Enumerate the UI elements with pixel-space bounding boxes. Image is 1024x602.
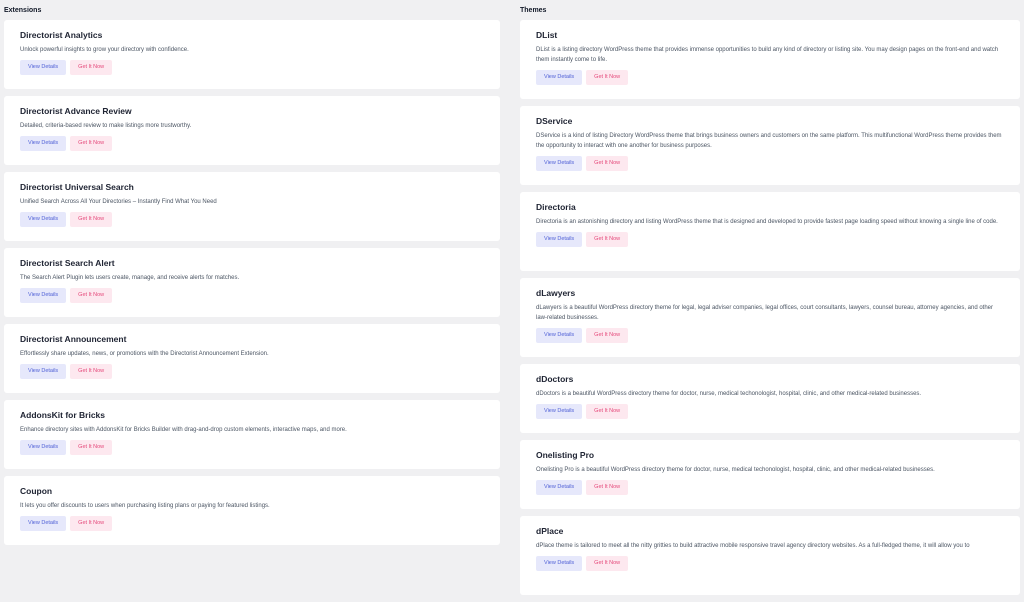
theme-card: dDoctors dDoctors is a beautiful WordPre… (520, 364, 1020, 433)
get-it-now-button[interactable]: Get It Now (70, 136, 113, 151)
theme-title: DList (536, 30, 558, 40)
view-details-button[interactable]: View Details (20, 212, 67, 227)
theme-card: dPlace dPlace theme is tailored to meet … (520, 516, 1020, 595)
theme-title: Directoria (536, 202, 576, 212)
extension-card: Directorist Analytics Unlock powerful in… (4, 20, 500, 89)
extension-card: Directorist Search Alert The Search Aler… (4, 248, 500, 317)
view-details-button[interactable]: View Details (536, 70, 583, 85)
theme-description: Directoria is an astonishing directory a… (536, 219, 998, 225)
extension-title: Directorist Search Alert (20, 258, 115, 268)
view-details-button[interactable]: View Details (20, 60, 67, 75)
extension-card: Directorist Advance Review Detailed, cri… (4, 96, 500, 165)
theme-title: dDoctors (536, 374, 574, 384)
extension-title: Directorist Universal Search (20, 182, 134, 192)
view-details-button[interactable]: View Details (20, 136, 67, 151)
extension-description: It lets you offer discounts to users whe… (20, 503, 270, 509)
get-it-now-button[interactable]: Get It Now (586, 232, 629, 247)
theme-card: DService DService is a kind of listing D… (520, 106, 1020, 185)
theme-title: Onelisting Pro (536, 450, 595, 460)
get-it-now-button[interactable]: Get It Now (70, 364, 113, 379)
get-it-now-button[interactable]: Get It Now (586, 70, 629, 85)
extension-card: Directorist Announcement Effortlessly sh… (4, 324, 500, 393)
extension-description: Unified Search Across All Your Directori… (20, 199, 217, 205)
theme-description: DService is a kind of listing Directory … (536, 133, 1002, 149)
get-it-now-button[interactable]: Get It Now (586, 480, 629, 495)
get-it-now-button[interactable]: Get It Now (70, 288, 113, 303)
view-details-button[interactable]: View Details (536, 328, 583, 343)
themes-heading: Themes (520, 7, 547, 14)
extensions-list: Directorist Analytics Unlock powerful in… (4, 20, 500, 552)
extensions-heading: Extensions (4, 7, 42, 14)
extension-description: The Search Alert Plugin lets users creat… (20, 275, 240, 281)
extension-card: AddonsKit for Bricks Enhance directory s… (4, 400, 500, 469)
extension-card: Coupon It lets you offer discounts to us… (4, 476, 500, 545)
get-it-now-button[interactable]: Get It Now (586, 328, 629, 343)
view-details-button[interactable]: View Details (20, 288, 67, 303)
view-details-button[interactable]: View Details (20, 440, 67, 455)
theme-title: dLawyers (536, 288, 576, 298)
theme-description: dPlace theme is tailored to meet all the… (536, 543, 970, 549)
theme-description: dDoctors is a beautiful WordPress direct… (536, 391, 922, 397)
view-details-button[interactable]: View Details (536, 556, 583, 571)
theme-card: dLawyers dLawyers is a beautiful WordPre… (520, 278, 1020, 357)
theme-card: Directoria Directoria is an astonishing … (520, 192, 1020, 271)
view-details-button[interactable]: View Details (20, 516, 67, 531)
extension-description: Unlock powerful insights to grow your di… (20, 47, 189, 53)
theme-title: dPlace (536, 526, 564, 536)
view-details-button[interactable]: View Details (536, 156, 583, 171)
extension-title: Directorist Advance Review (20, 106, 132, 116)
get-it-now-button[interactable]: Get It Now (70, 60, 113, 75)
extension-title: Directorist Analytics (20, 30, 103, 40)
theme-card: DList DList is a listing directory WordP… (520, 20, 1020, 99)
theme-description: dLawyers is a beautiful WordPress direct… (536, 305, 994, 321)
get-it-now-button[interactable]: Get It Now (70, 212, 113, 227)
view-details-button[interactable]: View Details (536, 480, 583, 495)
get-it-now-button[interactable]: Get It Now (70, 516, 113, 531)
view-details-button[interactable]: View Details (536, 404, 583, 419)
theme-title: DService (536, 116, 573, 126)
extension-title: Directorist Announcement (20, 334, 127, 344)
get-it-now-button[interactable]: Get It Now (586, 156, 629, 171)
theme-card: Onelisting Pro Onelisting Pro is a beaut… (520, 440, 1020, 509)
extension-description: Effortlessly share updates, news, or pro… (20, 351, 269, 357)
get-it-now-button[interactable]: Get It Now (70, 440, 113, 455)
view-details-button[interactable]: View Details (536, 232, 583, 247)
view-details-button[interactable]: View Details (20, 364, 67, 379)
theme-description: DList is a listing directory WordPress t… (536, 47, 999, 63)
extension-title: Coupon (20, 486, 53, 496)
get-it-now-button[interactable]: Get It Now (586, 556, 629, 571)
extension-card: Directorist Universal Search Unified Sea… (4, 172, 500, 241)
get-it-now-button[interactable]: Get It Now (586, 404, 629, 419)
theme-description: Onelisting Pro is a beautiful WordPress … (536, 467, 935, 473)
extension-title: AddonsKit for Bricks (20, 410, 106, 420)
themes-list: DList DList is a listing directory WordP… (520, 20, 1020, 602)
extension-description: Detailed, criteria-based review to make … (20, 123, 192, 129)
extension-description: Enhance directory sites with AddonsKit f… (20, 427, 347, 433)
